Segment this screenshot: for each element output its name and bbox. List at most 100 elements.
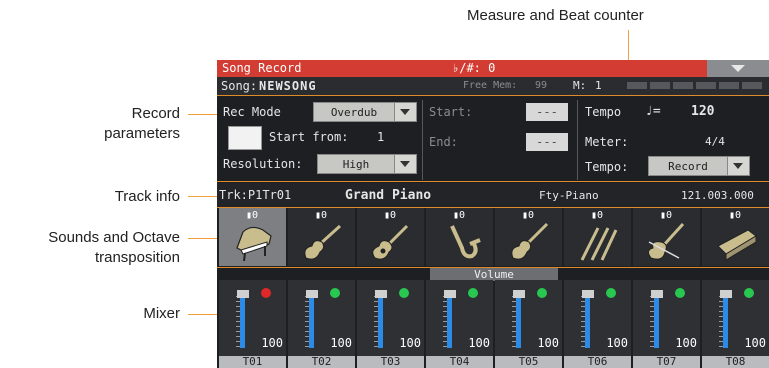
track-sound-name[interactable]: Grand Piano: [345, 188, 431, 203]
volume-value: 100: [744, 336, 766, 350]
sound-slot-t03[interactable]: ▮0: [357, 208, 424, 266]
fader-cap[interactable]: [513, 290, 525, 298]
sound-slot-t02[interactable]: ▮0: [288, 208, 355, 266]
channel-label-t06[interactable]: T06: [564, 356, 631, 368]
end-label: End:: [429, 135, 458, 149]
saxophone-icon: [450, 225, 481, 259]
resolution-value: High: [342, 158, 370, 171]
start-from-label: Start from:: [269, 130, 349, 144]
play-status-led[interactable]: [399, 288, 409, 298]
fader-cap[interactable]: [651, 290, 663, 298]
fader-cap[interactable]: [375, 290, 387, 298]
sound-slot-t05[interactable]: ▮0: [495, 208, 562, 266]
play-status-led[interactable]: [744, 288, 754, 298]
channel-label-t03[interactable]: T03: [357, 356, 424, 368]
octave-indicator: ▮0: [246, 210, 259, 221]
mixer-strip-t04[interactable]: 100: [426, 280, 493, 356]
end-field[interactable]: ---: [526, 133, 568, 151]
volume-value: 100: [675, 336, 697, 350]
tempo-value[interactable]: 120: [691, 104, 714, 119]
fader-cap[interactable]: [582, 290, 594, 298]
free-mem-value: 99: [535, 80, 548, 91]
start-label: Start:: [429, 105, 473, 119]
leader-record-parameters: [188, 114, 217, 115]
volume-fader[interactable]: [309, 298, 314, 348]
leader-sounds-octave: [188, 238, 217, 239]
octave-indicator: ▮0: [591, 210, 604, 221]
volume-value: 100: [330, 336, 352, 350]
mixer-strip-t08[interactable]: 100: [702, 280, 769, 356]
sound-slot-t08[interactable]: ▮0: [702, 208, 769, 266]
play-status-led[interactable]: [468, 288, 478, 298]
acoustic-guitar-icon: [372, 224, 409, 260]
panel-divider-2: [577, 100, 578, 180]
mixer-strip-t05[interactable]: 100: [495, 280, 562, 356]
volume-fader[interactable]: [378, 298, 383, 348]
panel-divider-1: [422, 100, 423, 180]
mixer-strip-t03[interactable]: 100: [357, 280, 424, 356]
start-from-value[interactable]: 1: [377, 130, 384, 144]
channel-label-t02[interactable]: T02: [288, 356, 355, 368]
track-bank: 121.003.000: [681, 189, 754, 202]
start-field[interactable]: ---: [526, 103, 568, 121]
rec-mode-value: Overdub: [330, 106, 378, 119]
octave-indicator: ▮0: [315, 210, 328, 221]
rec-mode-label: Rec Mode: [223, 105, 281, 119]
fader-cap[interactable]: [237, 290, 249, 298]
octave-indicator: ▮0: [729, 210, 742, 221]
beat-segment-4: [696, 82, 716, 89]
beat-segment-1: [627, 82, 647, 89]
volume-fader[interactable]: [723, 298, 728, 348]
mixer-strip-t06[interactable]: 100: [564, 280, 631, 356]
play-status-led[interactable]: [537, 288, 547, 298]
rec-mode-arrow: [394, 103, 416, 121]
start-from-checkbox[interactable]: [228, 126, 262, 150]
octave-indicator: ▮0: [522, 210, 535, 221]
channel-label-t04[interactable]: T04: [426, 356, 493, 368]
fader-cap[interactable]: [444, 290, 456, 298]
channel-label-t01[interactable]: T01: [219, 356, 286, 368]
volume-fader[interactable]: [516, 298, 521, 348]
violin-icon: [647, 222, 685, 260]
sound-slot-t04[interactable]: ▮0: [426, 208, 493, 266]
leader-mixer: [188, 314, 217, 315]
fader-cap[interactable]: [720, 290, 732, 298]
rec-mode-dropdown[interactable]: Overdub: [313, 102, 417, 122]
callout-record-parameters: Record parameters: [60, 104, 180, 144]
callout-sounds-octave-line1: Sounds and Octave: [48, 229, 180, 246]
channel-label-t08[interactable]: T08: [702, 356, 769, 368]
tempo-mode-dropdown[interactable]: Record: [648, 156, 750, 176]
grand-piano-icon: [236, 226, 272, 262]
play-status-led[interactable]: [606, 288, 616, 298]
volume-fader[interactable]: [447, 298, 452, 348]
params-divider: [217, 181, 769, 182]
accidentals-readout: ♭/#: 0: [452, 61, 496, 75]
mixer-strip-t01[interactable]: 100: [219, 280, 286, 356]
meter-label: Meter:: [585, 135, 629, 149]
sound-slot-t01[interactable]: ▮0: [219, 208, 286, 266]
channel-label-t07[interactable]: T07: [633, 356, 700, 368]
volume-fader[interactable]: [654, 298, 659, 348]
resolution-arrow: [394, 155, 416, 173]
beat-segment-6: [742, 82, 762, 89]
volume-value: 100: [537, 336, 559, 350]
fader-cap[interactable]: [306, 290, 318, 298]
callout-mixer: Mixer: [143, 305, 180, 322]
play-status-led[interactable]: [675, 288, 685, 298]
play-status-led[interactable]: [261, 288, 271, 298]
meter-value[interactable]: 4/4: [705, 135, 725, 148]
song-name[interactable]: NEWSONG: [259, 79, 317, 93]
volume-fader[interactable]: [585, 298, 590, 348]
callout-track-info: Track info: [114, 188, 180, 205]
page-menu-button[interactable]: [707, 60, 769, 77]
sound-slot-t06[interactable]: ▮0: [564, 208, 631, 266]
tempo-note: ♩=: [645, 104, 661, 119]
sound-slot-t07[interactable]: ▮0: [633, 208, 700, 266]
channel-label-t05[interactable]: T05: [495, 356, 562, 368]
mixer-strip-t07[interactable]: 100: [633, 280, 700, 356]
resolution-dropdown[interactable]: High: [317, 154, 417, 174]
play-status-led[interactable]: [330, 288, 340, 298]
mixer-strip-t02[interactable]: 100: [288, 280, 355, 356]
tempo-mode-arrow: [727, 157, 749, 175]
volume-fader[interactable]: [240, 298, 245, 348]
